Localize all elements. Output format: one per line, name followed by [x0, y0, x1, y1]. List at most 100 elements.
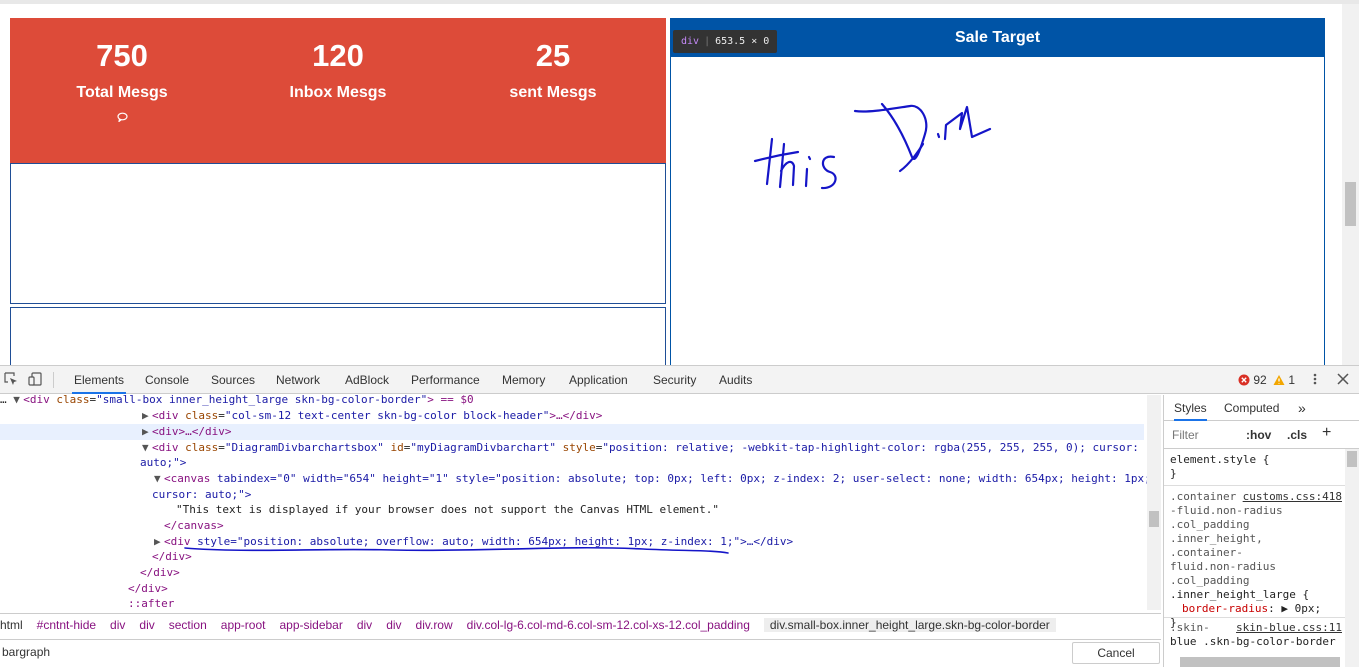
dom-line-hover[interactable]: ▶ <div>…</div> [0, 424, 1144, 440]
rule-selector: .col_padding [1170, 574, 1250, 587]
page-scrollbar[interactable] [1342, 4, 1359, 365]
tab-sources[interactable]: Sources [209, 366, 257, 394]
page-scrollbar-thumb[interactable] [1345, 182, 1356, 226]
stat-total: 750 Total Mesgs [52, 40, 192, 102]
dom-line-selected[interactable]: … ▼ <div class="small-box inner_height_la… [0, 395, 474, 408]
hov-toggle[interactable]: :hov [1246, 428, 1271, 442]
crumb-col-div[interactable]: div.col-lg-6.col-md-6.col-sm-12.col-xs-1… [467, 618, 750, 632]
handwritten-scribble [753, 102, 992, 190]
styles-scrollbar[interactable] [1345, 449, 1359, 667]
crumb-div[interactable]: div [139, 618, 154, 632]
attr-name: class [56, 395, 90, 406]
attr-value: "DiagramDivbarchartsbox" [224, 441, 384, 454]
rule-source-link[interactable]: customs.css:418 [1243, 490, 1342, 504]
tab-computed[interactable]: Computed [1224, 395, 1279, 421]
tab-memory[interactable]: Memory [500, 366, 547, 394]
styles-scrollbar-thumb[interactable] [1347, 451, 1357, 467]
crumb-html[interactable]: html [0, 618, 23, 632]
rule-skin-blue: .skin-skin-blue.css:11 blue .skn-bg-colo… [1170, 621, 1342, 649]
error-counter[interactable]: 92 1 [1238, 366, 1295, 394]
tag-close: </canvas> [164, 519, 224, 532]
dom-line[interactable]: </div> [140, 565, 180, 581]
rule-selector: .container [1170, 490, 1237, 503]
more-tabs-icon[interactable]: » [1298, 395, 1306, 421]
dom-line-wrap: cursor: auto;"> [152, 487, 251, 503]
tab-security[interactable]: Security [651, 366, 698, 394]
tab-elements[interactable]: Elements [72, 366, 127, 394]
crumb-app-root[interactable]: app-root [221, 618, 266, 632]
tag-close: </div> [128, 582, 168, 595]
text-node: "This text is displayed if your browser … [176, 503, 720, 516]
tab-console[interactable]: Console [143, 366, 191, 394]
property-name: border-radius [1182, 602, 1269, 615]
rule-element-style: element.style { } [1170, 453, 1342, 481]
stat-sent-label: sent Mesgs [509, 84, 597, 101]
search-input[interactable]: bargraph [2, 645, 50, 659]
tag-open: <div [152, 441, 186, 454]
attr-value: auto;"> [140, 456, 187, 469]
rule-source-link[interactable]: skin-blue.css:11 [1236, 621, 1342, 635]
tag-tail: >…</div> [549, 409, 603, 422]
tooltip-tag: div [681, 36, 700, 47]
cancel-button[interactable]: Cancel [1072, 642, 1160, 664]
tab-performance[interactable]: Performance [409, 366, 482, 394]
crumb-div[interactable]: div [357, 618, 372, 632]
crumb-cntnt-hide[interactable]: #cntnt-hide [37, 618, 96, 632]
tab-audits[interactable]: Audits [717, 366, 754, 394]
rule-container-fluid: .container customs.css:418 -fluid.non-rad… [1170, 490, 1342, 630]
styles-tabbar: Styles Computed » [1164, 395, 1359, 421]
dom-search-bar: bargraph Cancel [0, 639, 1161, 665]
dom-line[interactable]: ▼ <div class="DiagramDivbarchartsbox" id=… [142, 440, 1139, 456]
dom-line-wrap: auto;"> [140, 455, 186, 471]
styles-filter-input[interactable]: Filter [1172, 428, 1199, 442]
rule-close-brace: } [1170, 467, 1177, 480]
dom-line[interactable]: ▶ <div class="col-sm-12 text-center skn-b… [142, 408, 602, 424]
inspect-tooltip: div | 653.5 × 0 [673, 30, 778, 53]
close-devtools-icon[interactable] [1336, 372, 1350, 386]
rule-divider [1164, 617, 1346, 618]
tab-adblock[interactable]: AdBlock [343, 366, 391, 394]
devtools-toolbar: Elements Console Sources Network AdBlock… [0, 366, 1359, 394]
dom-scrollbar[interactable] [1147, 395, 1161, 610]
tab-styles[interactable]: Styles [1174, 395, 1207, 421]
rule-selector: .inner_height_large { [1170, 588, 1310, 601]
more-options-icon[interactable] [1308, 372, 1322, 386]
element-style-selector: element.style { [1170, 453, 1270, 466]
empty-panel-1 [10, 163, 666, 304]
dom-text-node[interactable]: "This text is displayed if your browser … [176, 502, 719, 518]
dom-line[interactable]: ▼ <canvas tabindex="0" width="654" height… [154, 471, 1147, 487]
crumb-section[interactable]: section [169, 618, 207, 632]
rule-selector: .col_padding [1170, 518, 1250, 531]
crumb-app-sidebar[interactable]: app-sidebar [279, 618, 342, 632]
rule-property[interactable]: border-radius: ▶ 0px; [1170, 602, 1342, 616]
attr-value: tabindex="0" width="654" height="1" styl… [216, 472, 1147, 485]
crumb-div[interactable]: div [386, 618, 401, 632]
web-page-viewport: 750 Total Mesgs 120 Inbox Mesgs 25 sent … [0, 0, 1359, 365]
inspect-element-icon[interactable] [4, 372, 18, 386]
attr-name: id [390, 441, 404, 454]
dom-scrollbar-thumb[interactable] [1149, 511, 1159, 527]
rule-selector: .inner_height, .container- [1170, 532, 1263, 559]
stat-total-value: 750 [96, 38, 148, 73]
attr-name: class [185, 441, 219, 454]
cls-toggle[interactable]: .cls [1287, 428, 1307, 442]
tab-application[interactable]: Application [567, 366, 630, 394]
crumb-div-row[interactable]: div.row [416, 618, 453, 632]
stat-total-label: Total Mesgs [76, 84, 168, 101]
crumb-div[interactable]: div [110, 618, 125, 632]
dom-tree[interactable]: … ▼ <div class="small-box inner_height_la… [0, 395, 1147, 610]
attr-value: cursor: auto;"> [152, 488, 252, 501]
tab-network[interactable]: Network [274, 366, 322, 394]
dom-line[interactable]: ::after [128, 596, 174, 610]
tag-open: <canvas [164, 472, 217, 485]
dom-line[interactable]: </canvas> [164, 518, 224, 534]
tag-tail: > == $0 [427, 395, 474, 406]
attr-name: class [185, 409, 219, 422]
new-rule-icon[interactable]: + [1322, 424, 1331, 442]
crumb-small-box[interactable]: div.small-box.inner_height_large.skn-bg-… [763, 618, 1056, 632]
dom-line[interactable]: </div> [128, 581, 168, 597]
device-toolbar-icon[interactable] [28, 372, 42, 386]
tag-open: <div [152, 409, 186, 422]
rule-selector: -fluid.non-radius [1170, 504, 1283, 517]
warning-icon [1273, 375, 1285, 385]
